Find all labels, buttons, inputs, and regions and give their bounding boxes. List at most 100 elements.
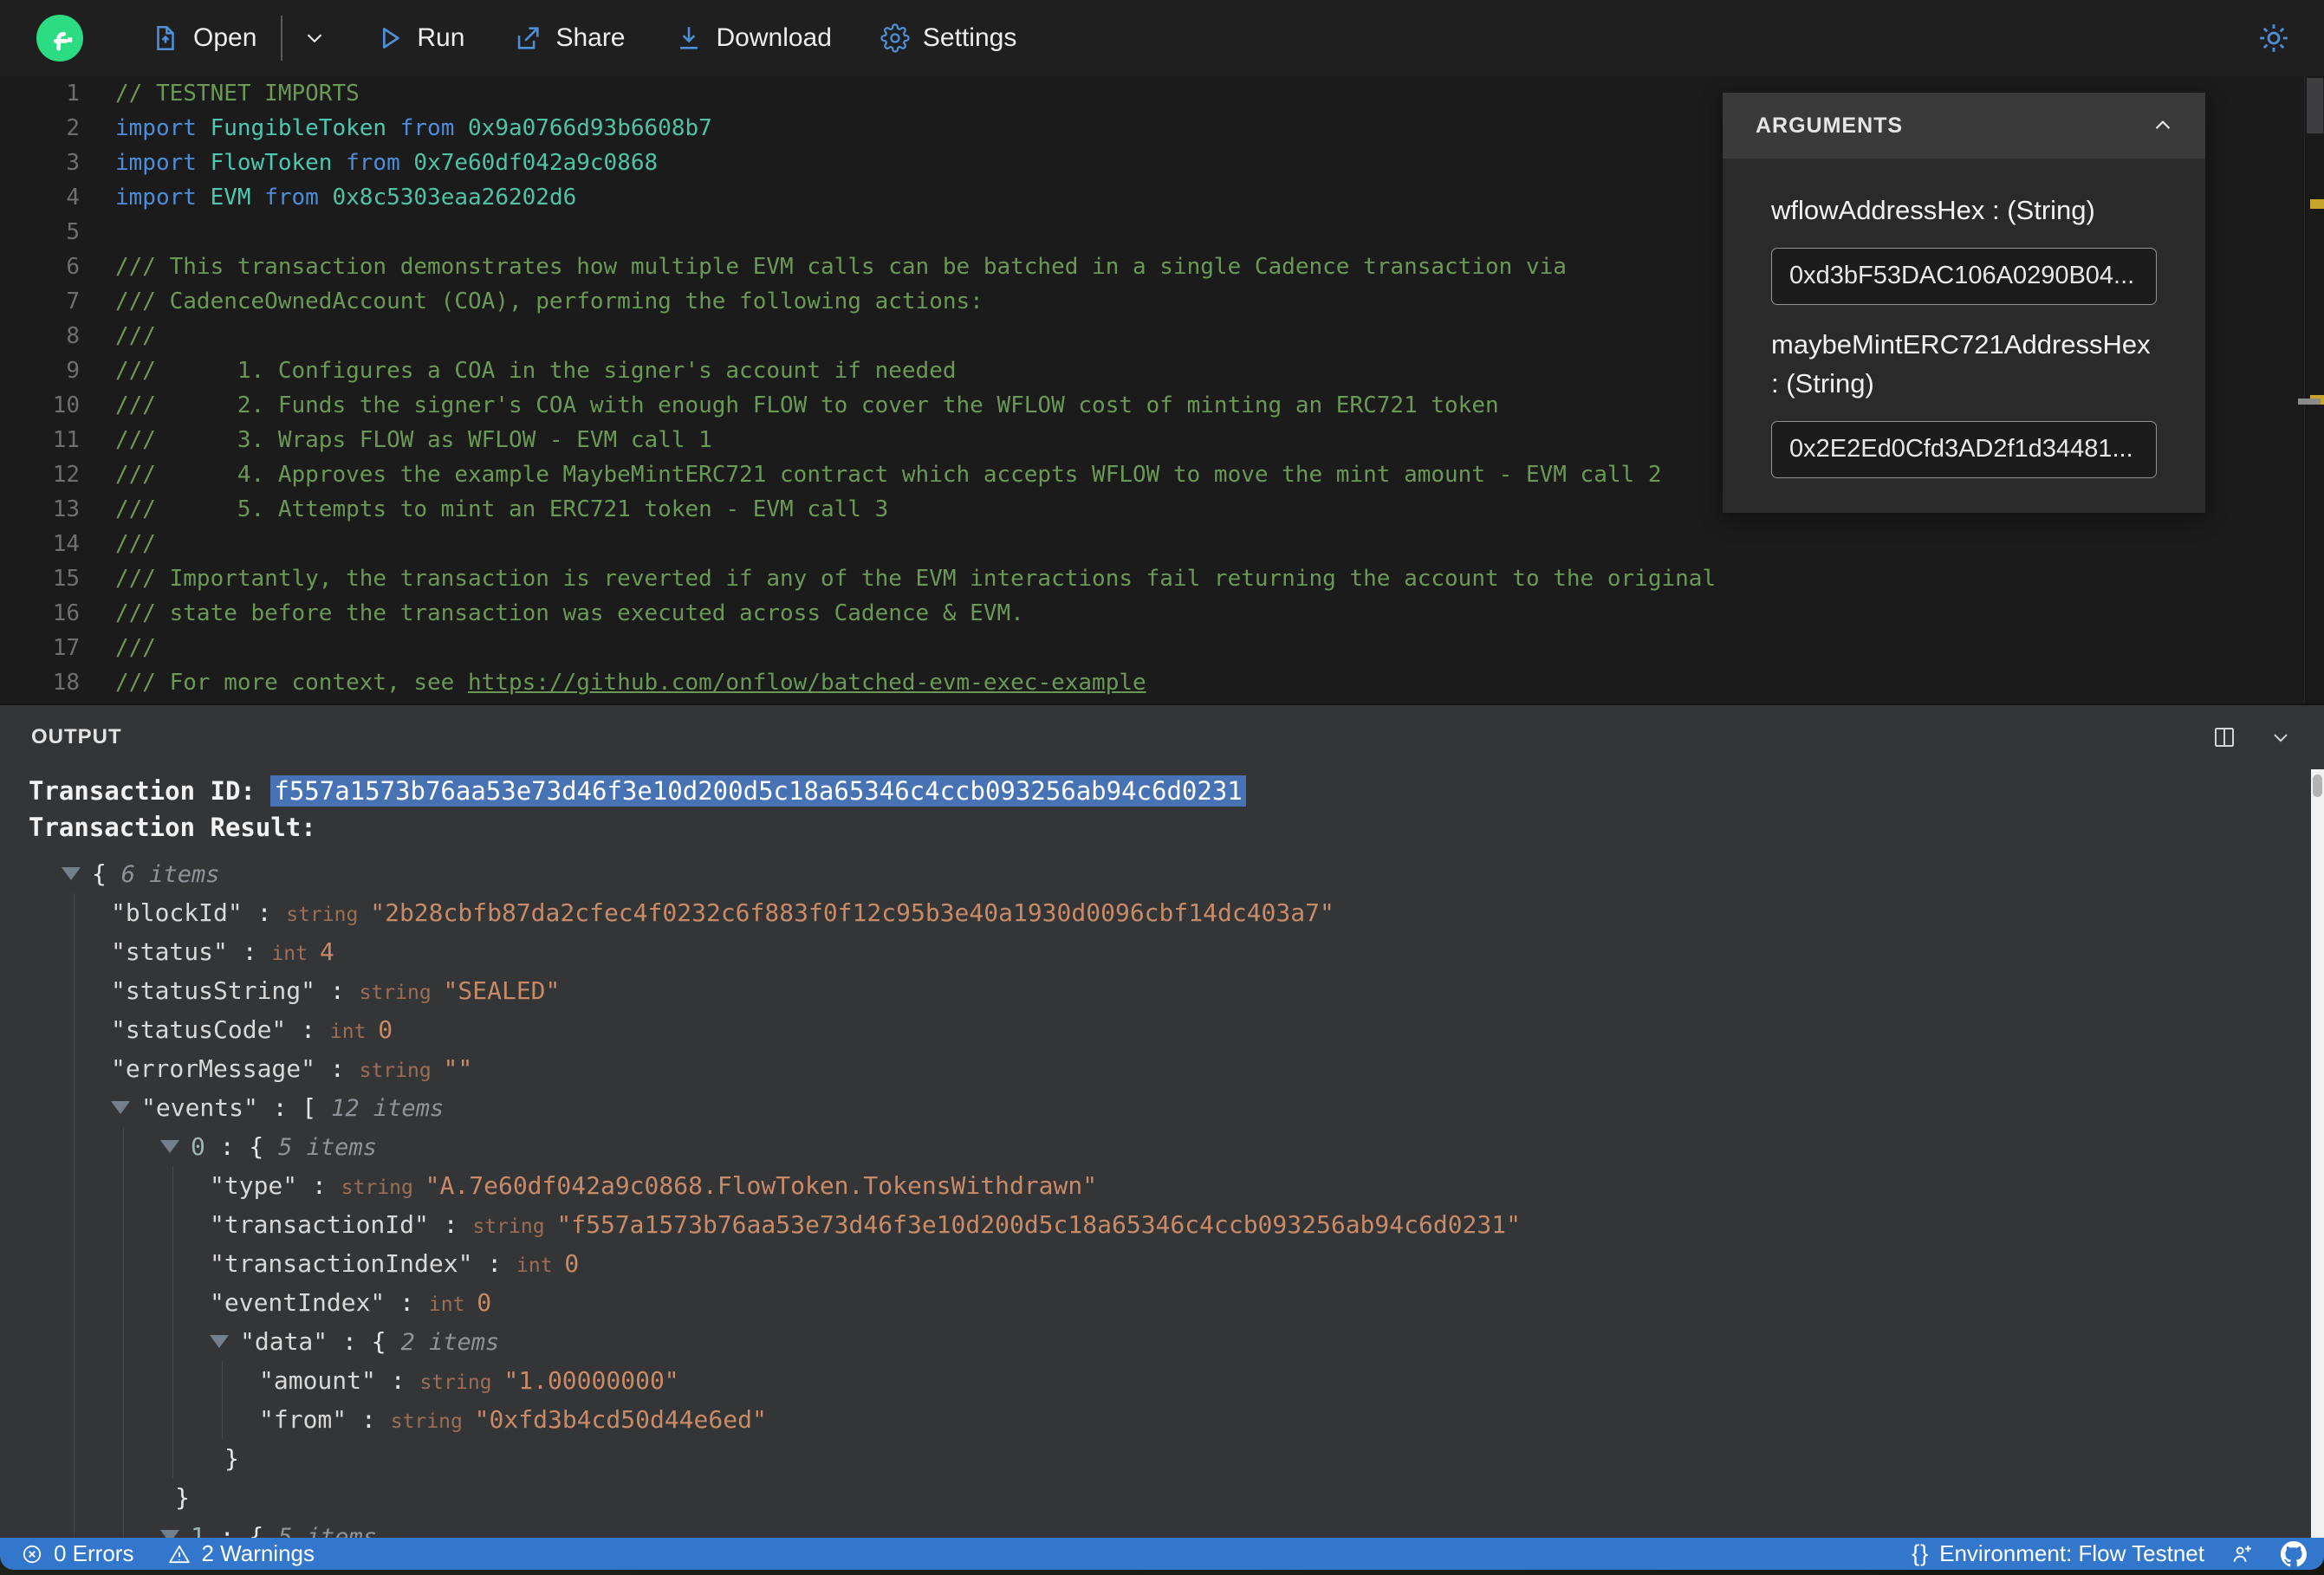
toolbar-separator [281,16,283,61]
status-bar: 0 Errors 2 Warnings {} Environment: Flow… [0,1538,2324,1570]
settings-label: Settings [922,23,1017,52]
arguments-body: wflowAddressHex : (String) maybeMintERC7… [1723,159,2205,513]
output-scrollbar-thumb[interactable] [2313,775,2322,797]
output-scrollbar[interactable] [2311,769,2324,1538]
editor-scrollbar-thumb[interactable] [2307,78,2323,133]
code-text: /// state before the transaction was exe… [115,600,1024,626]
code-text: /// For more context, see https://github… [115,670,1146,696]
line-number: 3 [66,150,80,176]
collapse-chevron-up-icon[interactable] [2150,113,2176,139]
collapse-output-chevron-icon[interactable] [2269,725,2293,749]
expand-toggle-icon[interactable] [160,1140,179,1153]
indent-guide [222,1361,223,1400]
code-text: /// Importantly, the transaction is reve… [115,566,1717,592]
arguments-panel: ARGUMENTS wflowAddressHex : (String) may… [1723,93,2205,513]
split-panel-icon[interactable] [2211,724,2237,750]
indent-guide [74,1205,75,1244]
errors-status[interactable]: 0 Errors [21,1540,133,1567]
braces-icon: {} [1912,1540,1930,1566]
line-number: 10 [52,392,80,418]
json-row: "from" : string "0xfd3b4cd50d44e6ed" [29,1400,2324,1439]
output-panel: OUTPUT Transaction ID: f557a1573b76aa53e… [0,703,2324,1538]
feedback-person-icon[interactable] [2230,1542,2255,1566]
warnings-status[interactable]: 2 Warnings [168,1540,315,1567]
code-text: /// [115,323,156,349]
code-text: /// 3. Wraps FLOW as WFLOW - EVM call 1 [115,427,712,453]
indent-guide [74,1283,75,1322]
settings-button[interactable]: Settings [880,23,1016,53]
code-editor[interactable]: 1 // TESTNET IMPORTS 2 import FungibleToken… [0,76,2324,703]
indent-guide [123,1283,124,1322]
wflow-address-input[interactable] [1771,247,2157,305]
line-number: 2 [66,115,80,141]
expand-toggle-icon[interactable] [160,1530,179,1538]
expand-toggle-icon[interactable] [62,867,81,880]
environment-label: Environment: Flow Testnet [1939,1540,2204,1566]
expand-toggle-icon[interactable] [111,1101,130,1114]
line-number: 4 [66,185,80,211]
json-row: } [29,1439,2324,1478]
json-row: "events" : [ 12 items [29,1088,2324,1127]
errors-count: 0 Errors [54,1540,134,1566]
indent-guide [74,1478,75,1517]
overview-ruler [2298,76,2324,703]
indent-guide [222,1400,223,1439]
indent-guide [74,1517,75,1538]
download-icon [674,23,704,53]
code-text: import FlowToken from 0x7e60df042a9c0868 [115,150,659,176]
open-button[interactable]: Open [151,23,256,53]
indent-guide [74,1127,75,1166]
json-row: } [29,1478,2324,1517]
indent-guide [172,1439,173,1478]
expand-toggle-icon[interactable] [210,1335,229,1348]
indent-guide [123,1439,124,1478]
code-line[interactable]: 17 /// [0,631,2324,665]
indent-guide [172,1283,173,1322]
transaction-id-line: Transaction ID: f557a1573b76aa53e73d46f3… [29,773,2324,809]
theme-toggle-sun-icon[interactable] [2256,21,2291,55]
output-header: OUTPUT [0,705,2324,769]
download-button[interactable]: Download [674,23,832,53]
json-row: "type" : string "A.7e60df042a9c0868.Flow… [29,1166,2324,1205]
json-row: "transactionIndex" : int 0 [29,1244,2324,1283]
json-row: "data" : { 2 items [29,1322,2324,1361]
indent-guide [74,1400,75,1439]
output-title: OUTPUT [31,725,122,749]
json-row: "errorMessage" : string "" [29,1049,2324,1088]
run-play-icon [376,24,404,52]
download-label: Download [716,23,832,52]
indent-guide [123,1127,124,1166]
run-button[interactable]: Run [376,23,464,53]
indent-guide [123,1478,124,1517]
line-number: 12 [52,462,80,488]
transaction-id-value[interactable]: f557a1573b76aa53e73d46f3e10d200d5c18a653… [270,775,1246,807]
code-text: /// 1. Configures a COA in the signer's … [115,358,957,384]
environment-status[interactable]: {} Environment: Flow Testnet [1912,1540,2204,1567]
share-button[interactable]: Share [513,23,626,53]
github-icon[interactable] [2281,1540,2307,1567]
scroll-position-marker [2298,399,2321,405]
json-row: "blockId" : string "2b28cbfb87da2cfec4f0… [29,893,2324,932]
error-icon [21,1543,43,1565]
arguments-header[interactable]: ARGUMENTS [1723,93,2205,159]
open-file-icon [151,23,180,53]
arguments-title: ARGUMENTS [1756,113,1904,138]
indent-guide [123,1361,124,1400]
code-line[interactable]: 18 /// For more context, see https://gith… [0,665,2324,700]
indent-guide [123,1322,124,1361]
maybe-mint-address-input[interactable] [1771,420,2157,478]
code-line[interactable]: 15 /// Importantly, the transaction is re… [0,561,2324,596]
open-dropdown-chevron-icon[interactable] [302,25,328,51]
json-tree: { 6 items "blockId" : string "2b28cbfb87d… [29,854,2324,1538]
line-number: 11 [52,427,80,453]
indent-guide [172,1400,173,1439]
flow-logo-icon[interactable] [36,15,83,62]
line-number: 8 [66,323,80,349]
code-line[interactable]: 16 /// state before the transaction was e… [0,596,2324,631]
indent-guide [123,1205,124,1244]
indent-guide [74,1166,75,1205]
indent-guide [172,1244,173,1283]
json-row: 0 : { 5 items [29,1127,2324,1166]
json-row: "statusString" : string "SEALED" [29,971,2324,1010]
code-line[interactable]: 14 /// [0,527,2324,561]
